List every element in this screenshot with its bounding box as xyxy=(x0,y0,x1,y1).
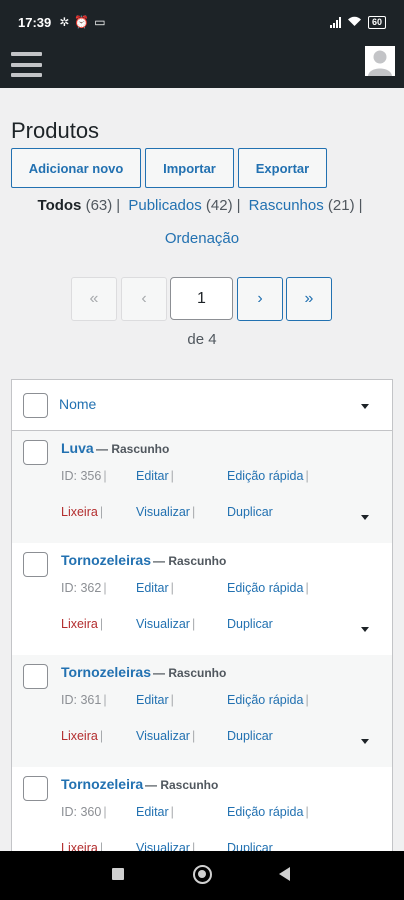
status-filters: Todos (63) | Publicados (42) | Rascunhos (… xyxy=(37,197,363,214)
row-edit: Editar | xyxy=(136,581,174,595)
user-avatar-icon[interactable] xyxy=(365,46,395,76)
admin-bar xyxy=(0,44,404,88)
product-name-link[interactable]: Tornozeleiras xyxy=(61,664,151,680)
row-checkbox[interactable] xyxy=(23,776,48,801)
table-row: Tornozeleira — Rascunho ID: 360 | Editar |… xyxy=(12,767,392,858)
signal-icon xyxy=(329,16,341,28)
table-header: Nome xyxy=(12,380,392,431)
trash-link[interactable]: Lixeira xyxy=(61,505,98,519)
product-name-link[interactable]: Luva xyxy=(61,440,94,456)
next-page-button[interactable]: › xyxy=(237,277,283,321)
chevron-down-icon[interactable] xyxy=(361,515,369,520)
row-id: ID: 356 | xyxy=(61,469,107,483)
system-nav-bar xyxy=(0,851,404,900)
row-quick-edit: Edição rápida | xyxy=(227,581,309,595)
product-state: — Rascunho xyxy=(145,778,219,792)
view-link[interactable]: Visualizar xyxy=(136,505,190,519)
laptop-icon: ▭ xyxy=(94,15,106,29)
duplicate-link[interactable]: Duplicar xyxy=(227,505,273,519)
status-right: 60 xyxy=(329,15,386,30)
row-quick-edit: Edição rápida | xyxy=(227,469,309,483)
quick-edit-link[interactable]: Edição rápida xyxy=(227,469,303,483)
page-title: Produtos xyxy=(11,118,100,143)
product-name-link[interactable]: Tornozeleira xyxy=(61,776,143,792)
row-id: ID: 361 | xyxy=(61,693,107,707)
row-edit: Editar | xyxy=(136,693,174,707)
ordering-row: Ordenação xyxy=(0,230,404,247)
prev-page-button[interactable]: ‹ xyxy=(121,277,167,321)
current-page-input[interactable] xyxy=(170,277,233,320)
row-trash: Lixeira | xyxy=(61,729,104,743)
chevron-down-icon[interactable] xyxy=(361,627,369,632)
first-page-button[interactable]: « xyxy=(71,277,117,321)
row-checkbox[interactable] xyxy=(23,664,48,689)
row-quick-edit: Edição rápida | xyxy=(227,805,309,819)
edit-link[interactable]: Editar xyxy=(136,693,169,707)
select-all-checkbox[interactable] xyxy=(23,393,48,418)
recents-icon[interactable] xyxy=(112,868,124,880)
trash-link[interactable]: Lixeira xyxy=(61,617,98,631)
export-button[interactable]: Exportar xyxy=(238,148,327,188)
home-icon[interactable] xyxy=(193,865,212,884)
row-trash: Lixeira | xyxy=(61,505,104,519)
row-view: Visualizar | xyxy=(136,505,196,519)
duplicate-link[interactable]: Duplicar xyxy=(227,729,273,743)
product-state: — Rascunho xyxy=(153,554,227,568)
back-icon[interactable] xyxy=(279,867,290,881)
hamburger-menu-icon[interactable] xyxy=(11,49,42,80)
row-duplicate: Duplicar xyxy=(227,617,273,631)
total-pages-label: de 4 xyxy=(187,331,217,348)
row-trash: Lixeira | xyxy=(61,617,104,631)
row-checkbox[interactable] xyxy=(23,440,48,465)
status-time: 17:39 xyxy=(18,14,52,30)
edit-link[interactable]: Editar xyxy=(136,581,169,595)
filter-published[interactable]: Publicados (42) xyxy=(128,197,232,214)
last-page-button[interactable]: » xyxy=(286,277,332,321)
duplicate-link[interactable]: Duplicar xyxy=(227,617,273,631)
view-link[interactable]: Visualizar xyxy=(136,617,190,631)
table-row: Luva — Rascunho ID: 356 | Editar | Edição … xyxy=(12,431,392,543)
status-bar: 17:39 ✲ ⏰ ▭ 60 xyxy=(0,0,404,44)
quick-edit-link[interactable]: Edição rápida xyxy=(227,805,303,819)
product-state: — Rascunho xyxy=(96,442,170,456)
row-id: ID: 362 | xyxy=(61,581,107,595)
product-name-link[interactable]: Tornozeleiras xyxy=(61,552,151,568)
battery-icon: 60 xyxy=(367,15,386,29)
row-quick-edit: Edição rápida | xyxy=(227,693,309,707)
trash-link[interactable]: Lixeira xyxy=(61,729,98,743)
row-view: Visualizar | xyxy=(136,617,196,631)
products-table: Nome Luva — Rascunho ID: 356 | Editar | Ed… xyxy=(11,379,393,859)
alarm-icon: ⏰ xyxy=(74,15,90,29)
table-row: Tornozeleiras — Rascunho ID: 361 | Editar… xyxy=(12,655,392,767)
row-edit: Editar | xyxy=(136,805,174,819)
row-duplicate: Duplicar xyxy=(227,505,273,519)
quick-edit-link[interactable]: Edição rápida xyxy=(227,693,303,707)
edit-link[interactable]: Editar xyxy=(136,805,169,819)
chevron-down-icon[interactable] xyxy=(361,404,369,409)
chevron-down-icon[interactable] xyxy=(361,739,369,744)
add-new-button[interactable]: Adicionar novo xyxy=(11,148,141,188)
row-view: Visualizar | xyxy=(136,729,196,743)
import-button[interactable]: Importar xyxy=(145,148,234,188)
filter-ordering[interactable]: Ordenação xyxy=(165,230,239,247)
table-row: Tornozeleiras — Rascunho ID: 362 | Editar… xyxy=(12,543,392,655)
row-edit: Editar | xyxy=(136,469,174,483)
name-column-header[interactable]: Nome xyxy=(59,396,96,412)
status-icons: ✲ ⏰ ▭ xyxy=(59,15,105,29)
filter-all[interactable]: Todos (63) xyxy=(38,197,113,214)
view-link[interactable]: Visualizar xyxy=(136,729,190,743)
row-checkbox[interactable] xyxy=(23,552,48,577)
wifi-icon xyxy=(347,15,362,30)
edit-link[interactable]: Editar xyxy=(136,469,169,483)
quick-edit-link[interactable]: Edição rápida xyxy=(227,581,303,595)
filter-drafts[interactable]: Rascunhos (21) xyxy=(249,197,355,214)
fan-icon: ✲ xyxy=(59,15,70,29)
row-id: ID: 360 | xyxy=(61,805,107,819)
row-duplicate: Duplicar xyxy=(227,729,273,743)
product-state: — Rascunho xyxy=(153,666,227,680)
